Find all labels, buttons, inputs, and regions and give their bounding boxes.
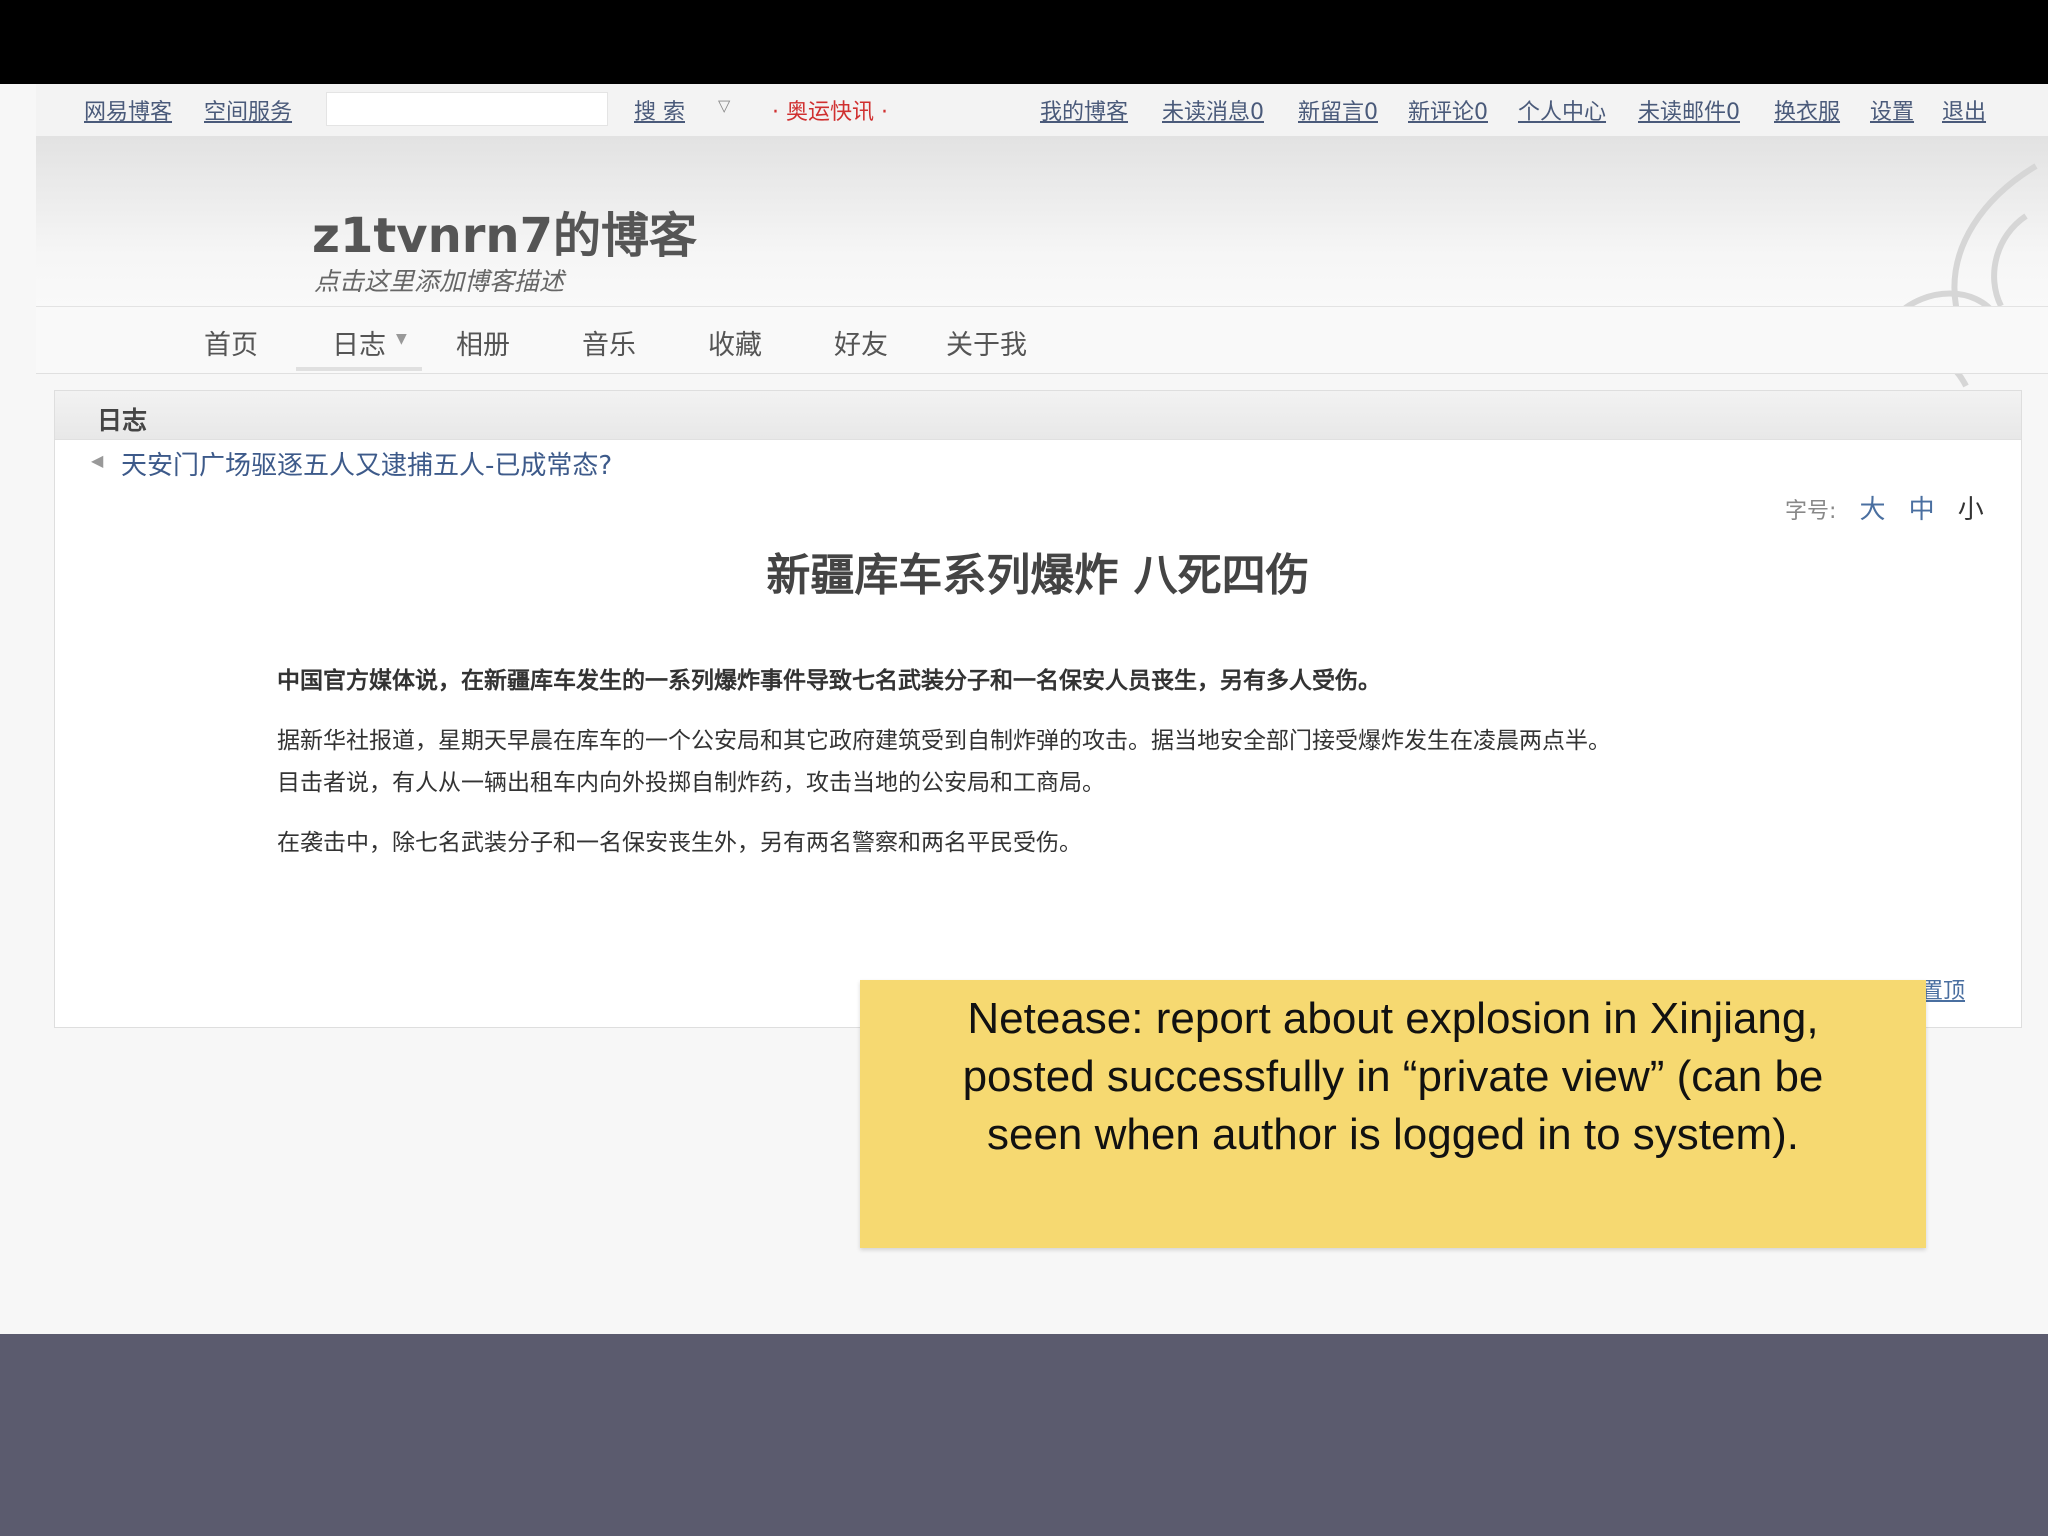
journal-panel: 日志 ◀ 天安门广场驱逐五人又逮捕五人-已成常态? 字号: 大 中 小 新疆库车…	[54, 390, 2022, 1028]
panel-title: 日志	[97, 406, 148, 435]
tab-about-me[interactable]: 关于我	[946, 323, 1027, 362]
annotation-line: posted successfully in “private view” (c…	[962, 1052, 1824, 1101]
search-dropdown-icon[interactable]: ▽	[718, 96, 730, 115]
article-title: 新疆库车系列爆炸 八死四伤	[766, 550, 1310, 601]
article-paragraph: 据新华社报道，星期天早晨在库车的一个公安局和其它政府建筑受到自制炸弹的攻击。据当…	[277, 728, 1611, 754]
netease-top-nav: 网易博客 空间服务 搜 索 ▽ · 奥运快讯 · 我的博客 未读消息0 新留言0…	[36, 84, 2048, 137]
font-size-large[interactable]: 大	[1860, 495, 1886, 525]
nav-link-settings[interactable]: 设置	[1870, 94, 1914, 126]
annotation-line: seen when author is logged in to system)…	[986, 1110, 1799, 1159]
nav-link-personal-center[interactable]: 个人中心	[1518, 94, 1606, 126]
journal-dropdown-icon[interactable]: ▼	[396, 331, 407, 347]
article-paragraph: 目击者说，有人从一辆出租车内向外投掷自制炸药，攻击当地的公安局和工商局。	[277, 770, 1105, 796]
blog-description[interactable]: 点击这里添加博客描述	[314, 262, 564, 298]
slide-top-bar	[0, 0, 2048, 84]
nav-link-netease-blog[interactable]: 网易博客	[84, 94, 172, 126]
annotation-callout: Netease: report about explosion in Xinji…	[860, 980, 1926, 1248]
nav-link-unread-mail[interactable]: 未读邮件0	[1638, 94, 1740, 126]
search-input[interactable]	[326, 92, 608, 126]
left-arrow-icon[interactable]: ◀	[91, 451, 103, 470]
nav-link-new-comments[interactable]: 新留言0	[1298, 94, 1378, 126]
nav-link-unread-messages[interactable]: 未读消息0	[1162, 94, 1264, 126]
tab-home[interactable]: 首页	[204, 323, 258, 362]
back-to-top-link[interactable]: 置顶	[1921, 973, 1965, 1005]
tab-friends[interactable]: 好友	[834, 323, 888, 362]
panel-header: 日志	[55, 391, 2021, 440]
nav-link-change-skin[interactable]: 换衣服	[1774, 94, 1840, 126]
font-size-medium[interactable]: 中	[1909, 495, 1935, 525]
tab-music[interactable]: 音乐	[582, 323, 636, 362]
font-size-label: 字号:	[1785, 499, 1837, 524]
browser-screenshot: 网易博客 空间服务 搜 索 ▽ · 奥运快讯 · 我的博客 未读消息0 新留言0…	[0, 84, 2048, 1334]
tab-journal[interactable]: 日志	[332, 323, 386, 362]
active-tab-indicator	[296, 367, 422, 371]
article-paragraph: 中国官方媒体说，在新疆库车发生的一系列爆炸事件导致七名武装分子和一名保安人员丧生…	[277, 668, 1381, 694]
blog-tab-bar: 首页 日志 ▼ 相册 音乐 收藏 好友 关于我	[36, 306, 2048, 374]
tab-album[interactable]: 相册	[456, 323, 510, 362]
tab-favorites[interactable]: 收藏	[708, 323, 762, 362]
font-size-small[interactable]: 小	[1958, 495, 1984, 525]
nav-link-logout[interactable]: 退出	[1942, 94, 1986, 126]
nav-link-new-reviews[interactable]: 新评论0	[1408, 94, 1488, 126]
nav-link-space-service[interactable]: 空间服务	[204, 94, 292, 126]
previous-post-link[interactable]: 天安门广场驱逐五人又逮捕五人-已成常态?	[121, 445, 612, 482]
nav-link-my-blog[interactable]: 我的博客	[1040, 94, 1128, 126]
blog-header: z1tvnrn7的博客 点击这里添加博客描述	[36, 136, 2048, 388]
search-button[interactable]: 搜 索	[634, 94, 685, 126]
olympic-news-link[interactable]: · 奥运快讯 ·	[772, 94, 888, 126]
blog-title[interactable]: z1tvnrn7的博客	[312, 196, 697, 266]
article-paragraph: 在袭击中，除七名武装分子和一名保安丧生外，另有两名警察和两名平民受伤。	[277, 830, 1082, 856]
font-size-selector: 字号: 大 中 小	[1785, 489, 1984, 526]
annotation-line: Netease: report about explosion in Xinji…	[967, 994, 1819, 1043]
